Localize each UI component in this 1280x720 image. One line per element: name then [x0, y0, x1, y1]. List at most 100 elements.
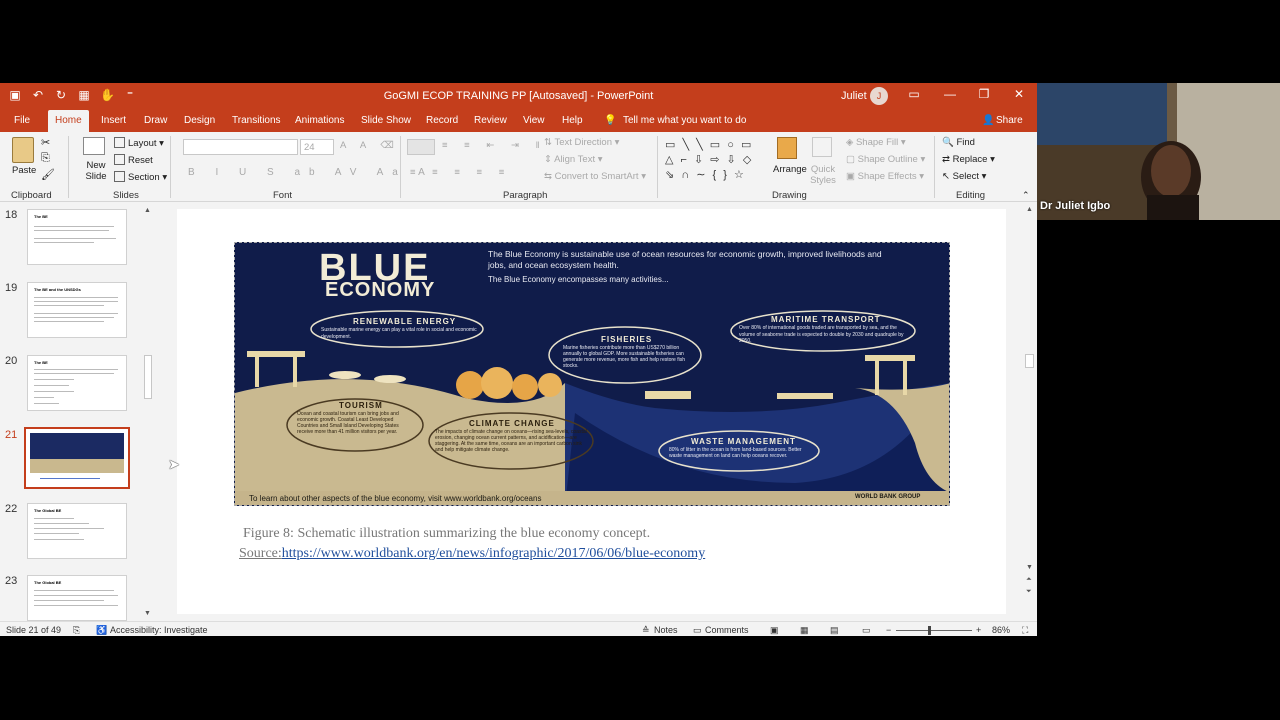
- new-slide-icon[interactable]: [83, 137, 105, 155]
- find-button[interactable]: 🔍 Find: [942, 137, 975, 148]
- reset-button[interactable]: Reset: [114, 154, 153, 166]
- cut-icon[interactable]: ✂: [41, 136, 50, 149]
- previous-slide-icon[interactable]: ⏶: [1026, 576, 1032, 584]
- clipboard-group-label: Clipboard: [11, 190, 52, 201]
- shape-effects-button[interactable]: ▣ Shape Effects ▾: [846, 171, 924, 182]
- normal-view-icon[interactable]: ▣: [770, 625, 779, 636]
- select-button[interactable]: ↖ Select ▾: [942, 171, 986, 182]
- scroll-up-icon[interactable]: ▲: [1026, 206, 1033, 213]
- avatar[interactable]: J: [870, 87, 888, 105]
- tab-home[interactable]: Home: [48, 110, 89, 132]
- tourism-text: Ocean and coastal tourism can bring jobs…: [297, 411, 399, 435]
- slide-number: 21: [5, 429, 18, 441]
- convert-smartart-button[interactable]: ⇆ Convert to SmartArt ▾: [544, 171, 646, 182]
- tab-design[interactable]: Design: [184, 115, 215, 126]
- thumb-line: [34, 321, 104, 322]
- tab-record[interactable]: Record: [426, 115, 458, 126]
- tab-view[interactable]: View: [523, 115, 545, 126]
- tab-insert[interactable]: Insert: [101, 115, 126, 126]
- collapse-ribbon-icon[interactable]: ⌃: [1022, 190, 1030, 201]
- quick-styles-icon[interactable]: [812, 137, 832, 157]
- text-direction-button[interactable]: ⇅ Text Direction ▾: [544, 137, 619, 148]
- tab-animations[interactable]: Animations: [295, 115, 344, 126]
- restore-icon[interactable]: ❐: [977, 87, 991, 101]
- slideshow-view-icon[interactable]: ▭: [862, 625, 871, 636]
- tab-review[interactable]: Review: [474, 115, 507, 126]
- share-button[interactable]: Share: [996, 115, 1023, 126]
- comments-button[interactable]: Comments: [705, 625, 749, 635]
- tab-draw[interactable]: Draw: [144, 115, 167, 126]
- shapes-gallery[interactable]: ▭ ╲ ╲ ▭ ○ ▭ △ ⌐ ⇩ ⇨ ⇩ ◇ ⇘ ∩ ∼ { } ☆: [665, 138, 765, 182]
- arrange-button[interactable]: Arrange: [773, 164, 807, 175]
- slide-canvas[interactable]: BLUE ECONOMY The Blue Economy is sustain…: [177, 209, 1006, 614]
- replace-button[interactable]: ⇄ Replace ▾: [942, 154, 995, 165]
- find-label: Find: [956, 137, 975, 148]
- font-size-field[interactable]: 24: [300, 139, 334, 155]
- list-indent-buttons[interactable]: ≡ ≡ ⇤ ⇥ ‖: [442, 140, 547, 151]
- slide-thumbnail[interactable]: The Global BE: [27, 575, 127, 621]
- slide-sorter-icon[interactable]: ▦: [800, 625, 809, 636]
- notes-button[interactable]: Notes: [654, 625, 678, 635]
- thumb-line: [34, 539, 84, 540]
- alignment-buttons[interactable]: ≡ ≡ ≡ ≡ ≡: [410, 167, 511, 178]
- reading-view-icon[interactable]: ▤: [830, 625, 839, 636]
- font-size-buttons[interactable]: A A ⌫: [340, 140, 400, 151]
- font-name-field[interactable]: [183, 139, 298, 155]
- close-icon[interactable]: ✕: [1012, 87, 1026, 101]
- tab-help[interactable]: Help: [562, 115, 583, 126]
- zoom-level[interactable]: 86%: [992, 625, 1010, 635]
- comments-icon[interactable]: ▭: [693, 625, 702, 636]
- thumb-title: The BE and the UNSDGs: [34, 287, 81, 292]
- next-slide-icon[interactable]: ⏷: [1026, 588, 1032, 596]
- clipboard-icon[interactable]: [12, 137, 34, 163]
- source-link[interactable]: https://www.worldbank.org/en/news/infogr…: [282, 546, 705, 561]
- accessibility-status[interactable]: Accessibility: Investigate: [110, 625, 208, 635]
- notes-icon[interactable]: ≙: [642, 625, 650, 636]
- zoom-out-icon[interactable]: −: [886, 625, 891, 635]
- font-format-buttons[interactable]: B I U S ab AV Aa A: [188, 167, 434, 178]
- tab-slide-show[interactable]: Slide Show: [361, 115, 411, 126]
- thumb-line: [34, 385, 69, 386]
- lightbulb-icon: 💡: [604, 115, 617, 126]
- align-text-button[interactable]: ⇕ Align Text ▾: [544, 154, 603, 165]
- quick-styles-button[interactable]: Quick Styles: [808, 164, 838, 186]
- zoom-in-icon[interactable]: +: [976, 625, 981, 635]
- bullets-button[interactable]: [407, 139, 435, 155]
- new-slide-button[interactable]: New Slide: [81, 160, 111, 182]
- paste-button[interactable]: Paste: [12, 165, 36, 176]
- fit-slide-icon[interactable]: ⛶: [1022, 625, 1028, 636]
- slide-thumbnail[interactable]: The BE and the UNSDGs: [27, 282, 127, 338]
- shape-outline-button[interactable]: ▢ Shape Outline ▾: [846, 154, 925, 165]
- scroll-up-icon[interactable]: ▲: [144, 207, 151, 214]
- scroll-down-icon[interactable]: ▼: [144, 610, 151, 617]
- thumb-title: The Global BE: [34, 508, 62, 513]
- slide-scrollbar[interactable]: ▲ ▼ ⏶ ⏷: [1023, 204, 1036, 622]
- scroll-down-icon[interactable]: ▼: [1026, 564, 1033, 571]
- tab-file[interactable]: File: [14, 115, 30, 126]
- scrollbar-thumb[interactable]: [1025, 354, 1034, 368]
- shape-fill-button[interactable]: ◈ Shape Fill ▾: [846, 137, 906, 148]
- blue-economy-infographic[interactable]: BLUE ECONOMY The Blue Economy is sustain…: [234, 242, 950, 506]
- section-button[interactable]: Section ▾: [114, 171, 167, 183]
- minimize-icon[interactable]: —: [943, 87, 957, 101]
- copy-icon[interactable]: ⎘: [41, 152, 50, 165]
- scrollbar-thumb[interactable]: [144, 355, 152, 399]
- slide-thumbnail[interactable]: The BE: [27, 209, 127, 265]
- format-painter-icon[interactable]: 🖌: [41, 168, 55, 181]
- thumb-title: The Global BE: [34, 580, 62, 585]
- slide-thumbnail-selected[interactable]: [24, 427, 130, 489]
- slide-thumbnail[interactable]: The BE: [27, 355, 127, 411]
- shape-effects-label: Shape Effects: [857, 171, 917, 182]
- accessibility-icon[interactable]: ♿: [96, 625, 107, 636]
- user-name[interactable]: Juliet: [841, 90, 867, 102]
- tab-transitions[interactable]: Transitions: [232, 115, 281, 126]
- spelling-icon[interactable]: ⎘: [73, 625, 80, 636]
- arrange-icon[interactable]: [777, 137, 797, 159]
- thumbnail-scrollbar[interactable]: ▲ ▼: [143, 207, 153, 617]
- zoom-slider[interactable]: [896, 626, 972, 635]
- zoom-slider-knob[interactable]: [928, 626, 931, 635]
- ribbon-display-icon[interactable]: ▭: [907, 87, 921, 101]
- slide-thumbnail[interactable]: The Global BE: [27, 503, 127, 559]
- tell-me-search[interactable]: Tell me what you want to do: [623, 115, 746, 126]
- layout-button[interactable]: Layout ▾: [114, 137, 164, 149]
